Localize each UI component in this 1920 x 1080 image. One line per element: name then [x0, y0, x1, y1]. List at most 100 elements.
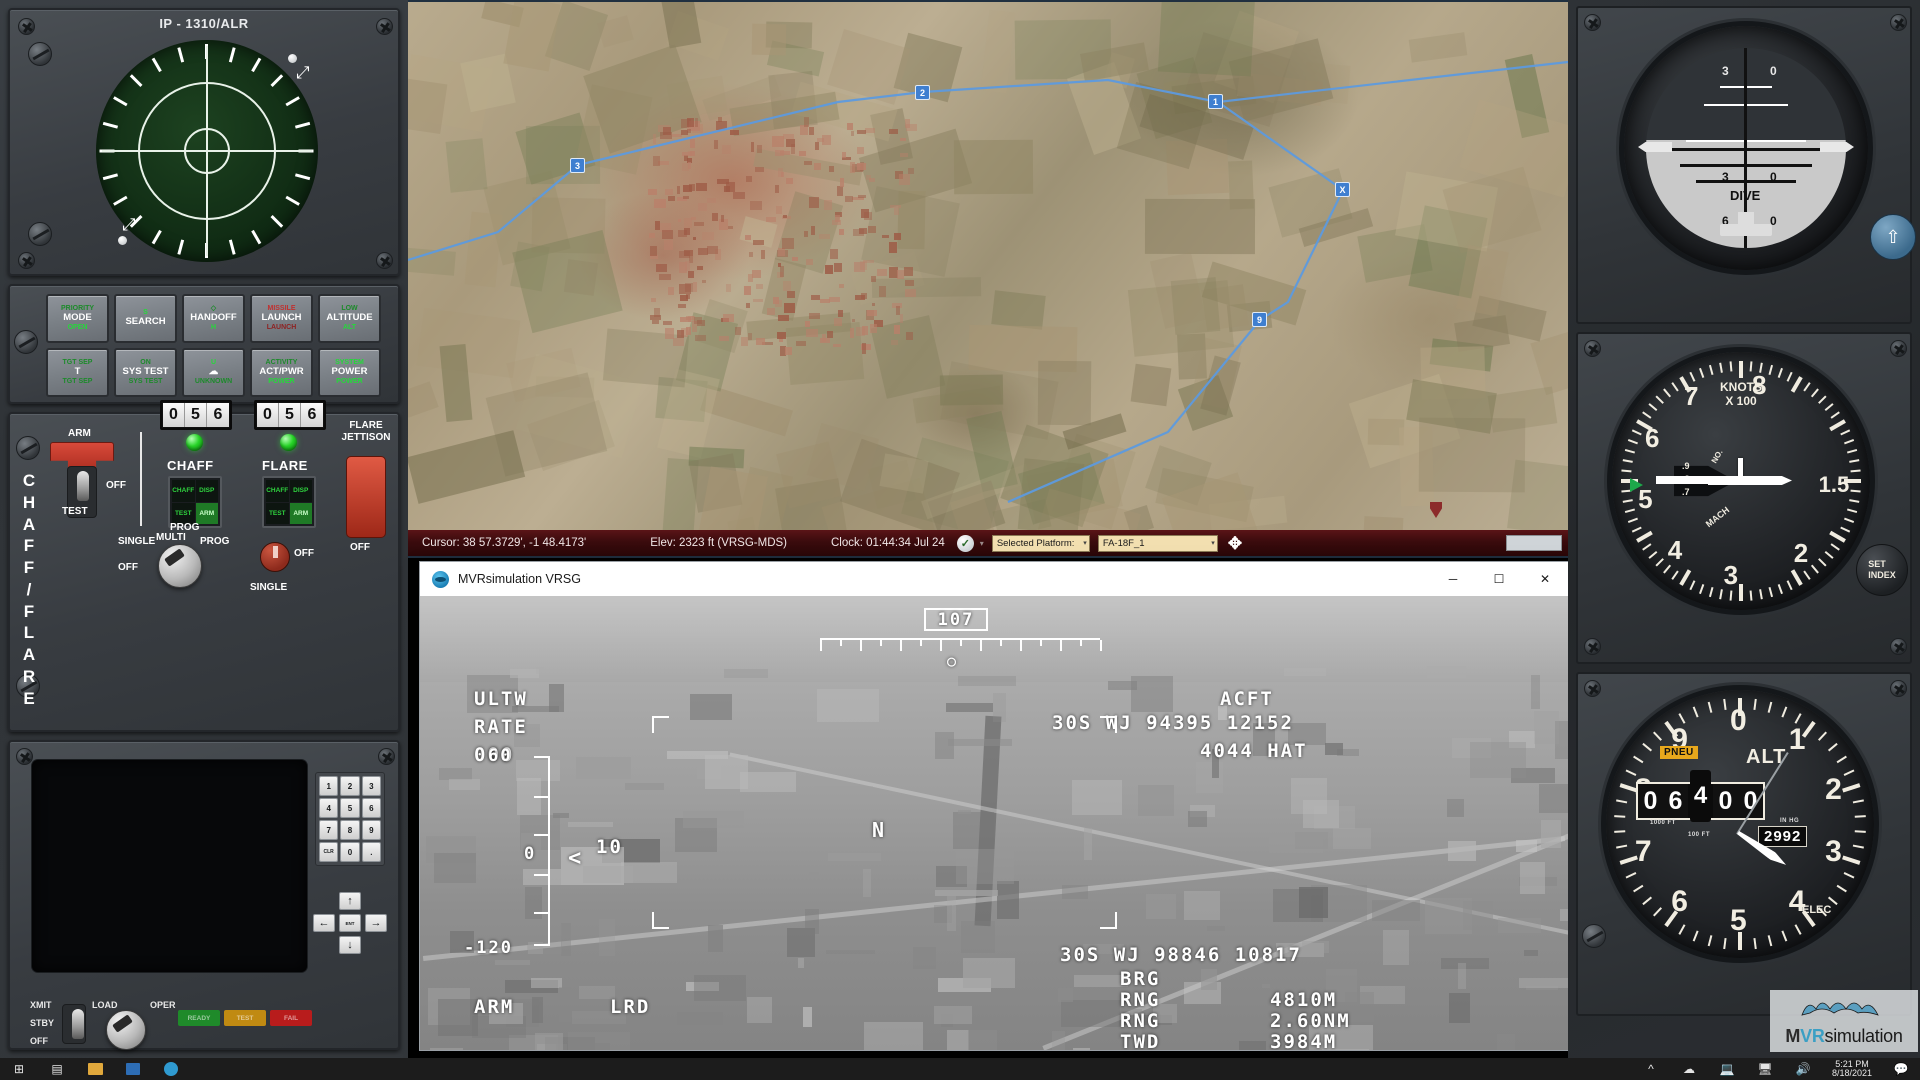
rwr-button-mode[interactable]: PRIORITY MODE OPEN — [46, 294, 109, 343]
selected-platform-combo[interactable]: Selected Platform: ▾ — [991, 534, 1090, 552]
xmit-toggle-switch[interactable] — [62, 1004, 86, 1044]
chaff-program-knob[interactable] — [158, 544, 202, 588]
attitude-indicator[interactable]: DIVE 3 0 3 0 6 0 — [1624, 26, 1868, 270]
altimeter-tick — [1723, 698, 1727, 711]
rwr-tick — [129, 74, 143, 88]
minimize-button[interactable]: ─ — [1430, 562, 1476, 596]
rwr-button-sys-test[interactable]: ON SYS TEST SYS TEST — [114, 348, 177, 397]
cdu-key-dot[interactable]: . — [361, 842, 381, 862]
rwr-button--[interactable]: U ☁ UNKNOWN — [182, 348, 245, 397]
disp-cell: ARM — [289, 502, 312, 524]
dpad-right-button[interactable]: → — [365, 914, 387, 932]
sensor-video-view[interactable]: 107 ○ ULTW RATE 000 60 0 -120 < 10 ARM L… — [420, 596, 1568, 1050]
onedrive-icon[interactable]: ☁ — [1670, 1058, 1708, 1080]
pan-tool-icon[interactable]: ✥ — [1228, 535, 1242, 552]
airspeed-tick — [1829, 419, 1846, 432]
map-waypoint-2[interactable]: 2 — [915, 85, 930, 100]
cdu-lamp-ready: READY — [178, 1010, 220, 1026]
cdu-key-7[interactable]: 7 — [319, 820, 339, 840]
cdu-key-2[interactable]: 2 — [340, 776, 360, 796]
cdu-display-screen[interactable] — [32, 760, 307, 972]
altimeter[interactable]: 0123456789 PNEU ALT 0 6 0 0 4 1000 FT 10… — [1606, 690, 1874, 958]
rwr-button-bottom-label: SYS TEST — [128, 377, 163, 385]
load-oper-knob[interactable] — [106, 1010, 146, 1050]
task-view-icon[interactable]: ▤ — [38, 1058, 76, 1080]
platform-value-combo[interactable]: FA-18F_1 ▾ — [1097, 534, 1218, 552]
chaff-status-lamp — [186, 434, 203, 451]
rwr-button-bottom-label: H — [210, 323, 217, 331]
cdu-key-1[interactable]: 1 — [319, 776, 339, 796]
cdu-panel: 1 2 3 4 5 6 7 8 9 CLR 0. ↑ ↓ ← → ENT XMIT STBY OFF… — [8, 740, 400, 1050]
dpad-up-button[interactable]: ↑ — [339, 892, 361, 910]
cdu-key-clr[interactable]: CLR — [319, 842, 339, 862]
map-waypoint-3[interactable]: 3 — [570, 158, 585, 173]
rwr-tick — [251, 57, 262, 73]
terminal-icon[interactable] — [114, 1058, 152, 1080]
airspeed-number-6: 6 — [1644, 423, 1660, 454]
disp-cell: CHAFF — [266, 480, 289, 502]
rwr-button-launch[interactable]: MISSILE LAUNCH LAUNCH — [250, 294, 313, 343]
dpad-enter-button[interactable]: ENT — [339, 914, 361, 932]
chevron-down-icon: ▾ — [1211, 540, 1215, 547]
heading-readout: 107 — [924, 608, 988, 631]
rwr-button-power[interactable]: SYSTEM POWER POWER — [318, 348, 381, 397]
rwr-button-handoff[interactable]: ◇ HANDOFF H — [182, 294, 245, 343]
start-button-icon[interactable]: ⊞ — [0, 1058, 38, 1080]
map-waypoint-1[interactable]: 1 — [1208, 94, 1223, 109]
close-button[interactable]: ✕ — [1522, 562, 1568, 596]
rwr-title: IP - 1310/ALR — [159, 16, 249, 31]
rwr-contact-dot — [118, 236, 127, 245]
rwr-tick — [102, 121, 119, 129]
altimeter-tick — [1854, 830, 1866, 833]
clock[interactable]: 5:21 PM 8/18/2021 — [1822, 1059, 1882, 1079]
altimeter-number-6: 6 — [1671, 884, 1688, 918]
dpad-left-button[interactable]: ← — [313, 914, 335, 932]
airspeed-tick — [1648, 403, 1658, 412]
cdu-key-0[interactable]: 0 — [340, 842, 360, 862]
airspeed-indicator[interactable]: 23456781.5 KNOTS X 100 .9.8.7 NO. MACH — [1612, 352, 1870, 610]
reticle-corner — [652, 716, 669, 733]
network-icon[interactable]: 🖥 — [1746, 1058, 1784, 1080]
adi-pitch-dn-3: 3 — [1722, 170, 1729, 184]
airspeed-number-7: 7 — [1684, 380, 1699, 411]
chaff-flare-side-label: C H A F F / F L A R E — [22, 471, 36, 708]
cdu-key-4[interactable]: 4 — [319, 798, 339, 818]
rwr-button-altitude[interactable]: LOW ALTITUDE ALT — [318, 294, 381, 343]
map-canvas[interactable]: 1 2 3 9 X — [408, 2, 1568, 530]
elec-flag: ELEC — [1802, 904, 1832, 916]
file-explorer-icon[interactable] — [76, 1058, 114, 1080]
dpad-down-button[interactable]: ↓ — [339, 936, 361, 954]
rwr-button-search[interactable]: S SEARCH — [114, 294, 177, 343]
map-waypoint-X[interactable]: X — [1335, 182, 1350, 197]
altimeter-tick — [1842, 783, 1861, 793]
cdu-key-3[interactable]: 3 — [361, 776, 381, 796]
rwr-button-act-pwr[interactable]: ACTIVITY ACT/PWR POWER — [250, 348, 313, 397]
altimeter-tick — [1653, 907, 1663, 917]
cdu-key-9[interactable]: 9 — [361, 820, 381, 840]
volume-icon[interactable]: 🔊 — [1784, 1058, 1822, 1080]
slot-screw — [28, 222, 52, 246]
scale-tick — [534, 834, 550, 836]
vrsg-title-bar[interactable]: MVRsimulation VRSG ─ ☐ ✕ — [420, 562, 1568, 596]
adi-heading-knob[interactable]: ⇧ — [1870, 214, 1916, 260]
display-icon[interactable]: 💻 — [1708, 1058, 1746, 1080]
cdu-key-8[interactable]: 8 — [340, 820, 360, 840]
rwr-tick — [113, 96, 128, 107]
cdu-key-5[interactable]: 5 — [340, 798, 360, 818]
cdu-key-6[interactable]: 6 — [361, 798, 381, 818]
flare-jettison-guard[interactable] — [346, 456, 386, 538]
status-check-icon[interactable]: ✓ — [956, 534, 974, 552]
maximize-button[interactable]: ☐ — [1476, 562, 1522, 596]
off-label: OFF — [106, 480, 126, 491]
rwr-display[interactable]: ⤢ ⤢ — [96, 40, 318, 262]
notification-center-icon[interactable]: 💬 — [1882, 1058, 1920, 1080]
vrsg-app-icon[interactable] — [152, 1058, 190, 1080]
tray-expand-icon[interactable]: ^ — [1632, 1058, 1670, 1080]
rwr-button-t[interactable]: TGT SEP T TGT SEP — [46, 348, 109, 397]
rwr-button-bottom-label: LAUNCH — [266, 323, 297, 331]
flare-mode-knob[interactable] — [260, 542, 290, 572]
elevation-readout: Elev: 2323 ft (VRSG-MDS) — [650, 537, 787, 549]
map-waypoint-9[interactable]: 9 — [1252, 312, 1267, 327]
set-index-knob[interactable]: SET INDEX — [1856, 544, 1908, 596]
heading-tick — [840, 640, 842, 646]
